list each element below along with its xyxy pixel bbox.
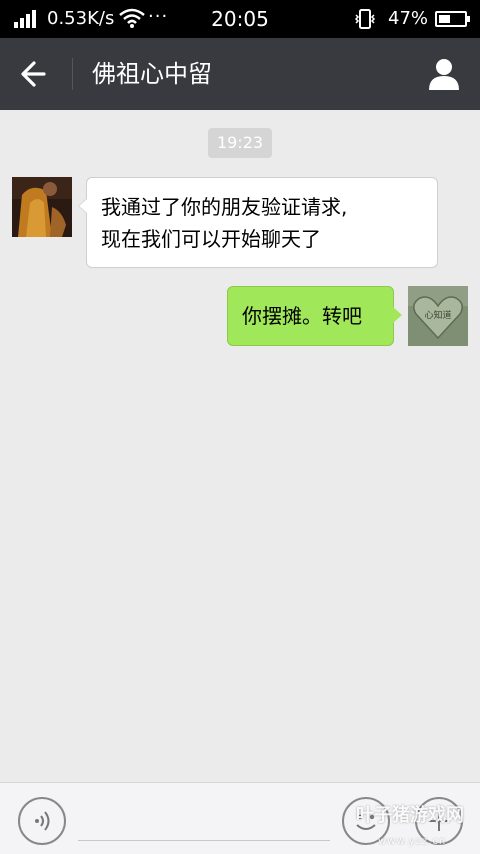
person-icon — [429, 59, 459, 90]
message-line: 我通过了你的朋友验证请求, — [101, 195, 348, 219]
battery-percent: 47% — [388, 8, 429, 29]
chat-title: 佛祖心中留 — [92, 60, 212, 88]
monk-avatar-image — [12, 177, 72, 237]
sent-message-bubble[interactable]: 你摆摊。转吧 — [227, 286, 402, 346]
heart-sand-avatar-image: 心知道 — [408, 286, 468, 346]
message-timestamp: 19:23 — [208, 128, 272, 158]
battery-icon — [435, 11, 470, 27]
status-bar: 0.53K/s ··· 20:05 47% — [0, 0, 480, 38]
avatar-handwriting: 心知道 — [424, 309, 451, 321]
message-text: 你摆摊。转吧 — [242, 304, 362, 328]
chat-area[interactable]: 19:23 我通过了你的朋友验证请求, 现在我们可以开始聊天了 你摆摊。转吧 心… — [0, 110, 480, 782]
voice-icon — [35, 811, 50, 831]
message-input[interactable] — [78, 799, 330, 841]
vibrate-icon — [354, 9, 376, 29]
back-button[interactable] — [14, 54, 58, 94]
friend-avatar[interactable] — [12, 177, 72, 237]
watermark-url: www.yzz.cn — [378, 836, 447, 847]
voice-button[interactable] — [18, 797, 66, 845]
watermark-text: 叶子猪游戏网 — [356, 805, 464, 826]
battery-fill — [439, 15, 451, 23]
header-divider — [72, 58, 73, 90]
back-arrow-icon — [21, 61, 46, 87]
profile-button[interactable] — [426, 56, 462, 92]
chat-header: 佛祖心中留 — [0, 38, 480, 110]
received-message-bubble[interactable]: 我通过了你的朋友验证请求, 现在我们可以开始聊天了 — [78, 177, 438, 268]
message-line: 现在我们可以开始聊天了 — [101, 227, 321, 251]
my-avatar[interactable]: 心知道 — [408, 286, 468, 346]
